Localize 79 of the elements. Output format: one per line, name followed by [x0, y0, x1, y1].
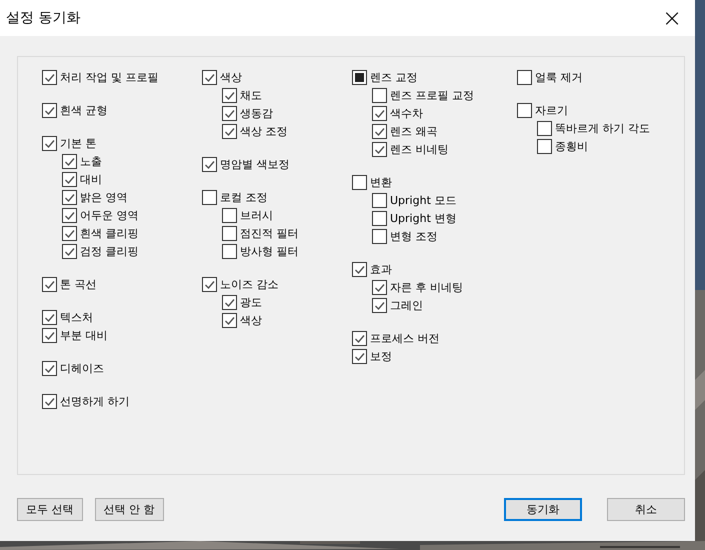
option-label: 브러시 — [240, 208, 273, 222]
checkbox[interactable] — [62, 172, 77, 186]
option-label: Upright 변형 — [390, 210, 456, 226]
option-label: 대비 — [80, 172, 102, 186]
option-label: 명암별 색보정 — [220, 156, 290, 172]
option-label: 부분 대비 — [60, 328, 108, 342]
checkbox[interactable] — [222, 244, 237, 258]
option-label: 자르기 — [535, 102, 568, 118]
option-label: 종횡비 — [555, 138, 588, 154]
checkbox[interactable] — [62, 226, 77, 240]
checkbox[interactable] — [372, 124, 387, 138]
option-label: 렌즈 프로필 교정 — [390, 88, 474, 102]
option-label: 채도 — [240, 88, 262, 102]
option-label: 색상 — [220, 70, 242, 84]
checkbox[interactable] — [62, 154, 77, 168]
checkbox[interactable] — [352, 174, 367, 190]
checkbox[interactable] — [372, 280, 387, 294]
option-label: 선명하게 하기 — [60, 394, 130, 408]
option-label: 렌즈 비네팅 — [390, 142, 448, 156]
checkbox[interactable] — [517, 102, 532, 118]
option-label: 변형 조정 — [390, 228, 438, 244]
checkbox[interactable] — [222, 294, 237, 310]
checkbox[interactable] — [372, 106, 387, 120]
option-label: 색수차 — [390, 106, 423, 120]
dialog-button[interactable]: 취소 — [607, 498, 685, 521]
option-label: 색상 조정 — [240, 124, 288, 138]
dialog-button[interactable]: 동기화 — [504, 498, 582, 521]
option-label: 보정 — [370, 348, 392, 364]
checkbox[interactable] — [537, 138, 552, 154]
option-label: 밝은 영역 — [80, 190, 128, 204]
option-label: 기본 톤 — [60, 136, 96, 150]
option-label: 효과 — [370, 262, 392, 276]
checkbox[interactable] — [222, 88, 237, 102]
close-button[interactable]: × — [649, 0, 695, 36]
option-label: 얼룩 제거 — [535, 70, 582, 84]
checkbox[interactable] — [222, 106, 237, 120]
option-label: 방사형 필터 — [240, 244, 298, 258]
checkbox[interactable] — [222, 312, 237, 328]
checkbox[interactable] — [202, 190, 217, 204]
option-label: 광도 — [240, 294, 262, 310]
option-label: 똑바르게 하기 각도 — [555, 120, 650, 136]
checkbox[interactable] — [222, 226, 237, 240]
option-label: 텍스처 — [60, 310, 93, 324]
option-label: 검정 클리핑 — [80, 244, 138, 258]
option-label: Upright 모드 — [390, 192, 456, 208]
checkbox[interactable] — [222, 208, 237, 222]
option-label: 톤 곡선 — [60, 276, 96, 292]
dialog-button[interactable]: 선택 안 함 — [94, 498, 164, 521]
option-label: 로컬 조정 — [220, 190, 268, 204]
checkbox[interactable] — [62, 208, 77, 222]
checkbox[interactable] — [372, 88, 387, 102]
window-title: 설정 동기화 — [6, 9, 80, 27]
option-label: 그레인 — [390, 298, 423, 312]
option-label: 노출 — [80, 154, 102, 168]
option-label: 점진적 필터 — [240, 226, 298, 240]
option-label: 어두운 영역 — [80, 208, 138, 222]
option-label: 렌즈 교정 — [370, 70, 418, 84]
option-label: 흰색 클리핑 — [80, 226, 138, 240]
option-label: 렌즈 왜곡 — [390, 124, 438, 138]
checkbox[interactable] — [372, 228, 387, 244]
checkbox[interactable] — [222, 124, 237, 138]
option-label: 색상 — [240, 312, 262, 328]
checkbox[interactable] — [372, 298, 387, 312]
checkbox[interactable] — [537, 120, 552, 136]
checkbox[interactable] — [517, 70, 532, 84]
checkbox[interactable] — [372, 210, 387, 226]
option-label: 프로세스 버전 — [370, 330, 440, 346]
checkbox[interactable] — [62, 190, 77, 204]
option-label: 처리 작업 및 프로필 — [60, 70, 158, 84]
checkbox[interactable] — [372, 142, 387, 156]
checkbox[interactable] — [62, 244, 77, 258]
option-label: 변환 — [370, 174, 392, 190]
option-label: 자른 후 비네팅 — [390, 280, 463, 294]
option-label: 노이즈 감소 — [220, 276, 278, 292]
option-label: 흰색 균형 — [60, 102, 108, 118]
option-label: 디헤이즈 — [60, 360, 104, 376]
dialog-button[interactable]: 모두 선택 — [17, 498, 82, 521]
checkbox[interactable] — [372, 192, 387, 208]
option-label: 생동감 — [240, 106, 273, 120]
